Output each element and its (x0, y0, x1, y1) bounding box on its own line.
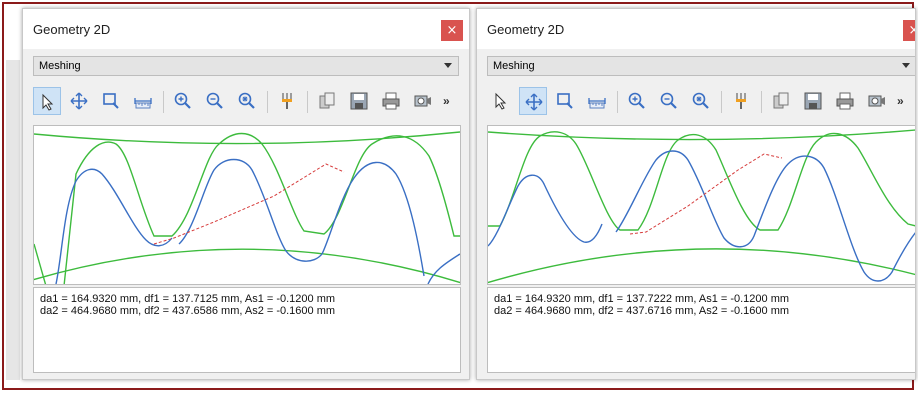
zoom-out-tool-button[interactable] (201, 87, 229, 115)
gear-meshing-canvas[interactable] (28, 125, 466, 287)
gear-meshing-canvas[interactable] (482, 125, 915, 285)
toolbar-separator (721, 91, 722, 113)
zoom-in-tool-button[interactable] (623, 87, 651, 115)
move-icon (525, 93, 543, 111)
copy-icon (319, 92, 335, 109)
gear1-tooth-profile (487, 150, 915, 282)
chevron-down-icon (902, 63, 910, 68)
geometry-2d-window-right: Geometry 2D × Meshing (476, 8, 916, 380)
chevron-down-icon (444, 63, 452, 68)
print-tool-button[interactable] (831, 87, 859, 115)
toolbar: » (487, 87, 911, 117)
toolbar-overflow-button[interactable]: » (897, 94, 904, 108)
pin-tool-button[interactable] (273, 87, 301, 115)
window-title: Geometry 2D (487, 22, 565, 37)
pan-tool-button[interactable] (519, 87, 547, 115)
ruler-icon (134, 98, 152, 109)
camera-icon (414, 95, 431, 107)
gear2-data-line: da2 = 464.9680 mm, df2 = 437.6586 mm, As… (40, 305, 336, 317)
gear-data-readout: da1 = 164.9320 mm, df1 = 137.7125 mm, As… (33, 287, 461, 373)
pan-tool-button[interactable] (65, 87, 93, 115)
save-icon (804, 92, 822, 110)
gear2-tooth-profile (488, 131, 915, 231)
background-window (6, 60, 20, 380)
ruler-icon (588, 98, 606, 109)
zoom-in-icon (628, 92, 645, 109)
close-button[interactable]: × (441, 20, 463, 41)
zoom-window-icon (557, 93, 573, 109)
printer-icon (382, 92, 400, 110)
gear-meshing-drawing (28, 131, 466, 287)
zoom-window-tool-button[interactable] (97, 87, 125, 115)
titlebar: Geometry 2D × (23, 9, 469, 49)
toolbar-separator (307, 91, 308, 113)
zoom-in-tool-button[interactable] (169, 87, 197, 115)
zoom-out-icon (206, 92, 223, 109)
toolbar: » (33, 87, 465, 117)
camera-icon (868, 95, 885, 107)
pin-icon (282, 93, 292, 109)
path-of-contact-line (153, 163, 345, 245)
zoom-out-tool-button[interactable] (655, 87, 683, 115)
close-button[interactable]: × (903, 20, 915, 41)
print-tool-button[interactable] (377, 87, 405, 115)
gear-meshing-drawing (482, 129, 915, 285)
gear2-data-line: da2 = 464.9680 mm, df2 = 437.6716 mm, As… (494, 305, 790, 317)
zoom-window-tool-button[interactable] (551, 87, 579, 115)
zoom-out-icon (660, 92, 677, 109)
cursor-icon (42, 93, 54, 111)
toolbar-separator (267, 91, 268, 113)
zoom-in-icon (174, 92, 191, 109)
toolbar-separator (617, 91, 618, 113)
copy-tool-button[interactable] (313, 87, 341, 115)
geometry-2d-window-left: Geometry 2D × Meshing » da1 = 164.9320 m… (22, 8, 470, 380)
zoom-fit-icon (238, 92, 255, 109)
view-mode-value: Meshing (39, 60, 81, 72)
gear1-tooth-profile (55, 158, 461, 285)
cursor-icon (495, 92, 507, 110)
toolbar-overflow-button[interactable]: » (443, 94, 450, 108)
gear1-data-line: da1 = 164.9320 mm, df1 = 137.7222 mm, As… (494, 293, 790, 305)
save-icon (350, 92, 368, 110)
measure-tool-button[interactable] (129, 87, 157, 115)
pin-icon (736, 93, 746, 109)
pin-tool-button[interactable] (727, 87, 755, 115)
zoom-fit-tool-button[interactable] (233, 87, 261, 115)
toolbar-separator (761, 91, 762, 113)
move-icon (70, 92, 88, 110)
view-mode-select[interactable]: Meshing (487, 56, 915, 76)
gear-data-readout: da1 = 164.9320 mm, df1 = 137.7222 mm, As… (487, 287, 915, 373)
toolbar-separator (163, 91, 164, 113)
camera-tool-button[interactable] (409, 87, 437, 115)
gear2-tooth-profile (33, 132, 460, 287)
camera-tool-button[interactable] (863, 87, 891, 115)
view-mode-select[interactable]: Meshing (33, 56, 459, 76)
gear1-root-circle (482, 248, 915, 285)
save-tool-button[interactable] (345, 87, 373, 115)
titlebar: Geometry 2D × (477, 9, 915, 49)
copy-tool-button[interactable] (767, 87, 795, 115)
save-tool-button[interactable] (799, 87, 827, 115)
select-tool-button[interactable] (33, 87, 61, 115)
measure-tool-button[interactable] (583, 87, 611, 115)
gear1-data-line: da1 = 164.9320 mm, df1 = 137.7125 mm, As… (40, 293, 336, 305)
window-title: Geometry 2D (33, 22, 111, 37)
zoom-fit-tool-button[interactable] (687, 87, 715, 115)
zoom-window-icon (103, 93, 119, 109)
printer-icon (836, 92, 854, 110)
gear1-root-circle (28, 248, 466, 285)
copy-icon (773, 92, 789, 109)
select-tool-button[interactable] (487, 87, 515, 115)
view-mode-value: Meshing (493, 60, 535, 72)
zoom-fit-icon (692, 92, 709, 109)
